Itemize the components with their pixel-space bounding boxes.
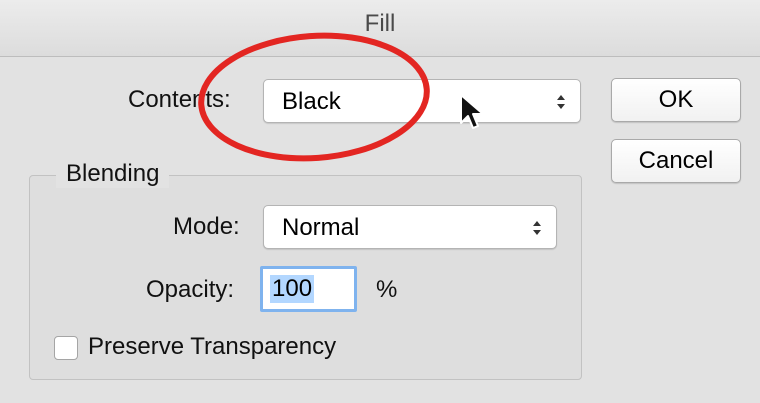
contents-label: Contents: (128, 86, 231, 113)
mode-selected-value: Normal (282, 214, 360, 241)
mouse-pointer-icon (460, 94, 484, 129)
title-bar[interactable]: Fill (0, 0, 760, 57)
opacity-value: 100 (270, 275, 315, 303)
preserve-transparency-checkbox[interactable] (54, 336, 78, 360)
opacity-unit: % (376, 276, 398, 303)
contents-select[interactable]: Black (263, 79, 581, 123)
cancel-button[interactable]: Cancel (611, 139, 741, 183)
fill-dialog: Fill Contents: Black OK Cancel Blending … (0, 0, 760, 403)
mode-label: Mode: (173, 213, 240, 240)
opacity-label: Opacity: (146, 276, 235, 303)
opacity-field[interactable]: 100 (260, 266, 357, 312)
ok-button[interactable]: OK (611, 78, 741, 122)
contents-selected-value: Black (282, 88, 341, 115)
preserve-transparency-label[interactable]: Preserve Transparency (88, 333, 336, 361)
dialog-title: Fill (364, 10, 396, 37)
mode-select[interactable]: Normal (263, 205, 557, 249)
blending-group-title: Blending (56, 160, 170, 188)
updown-arrows-icon (557, 95, 565, 109)
updown-arrows-icon (533, 221, 541, 235)
